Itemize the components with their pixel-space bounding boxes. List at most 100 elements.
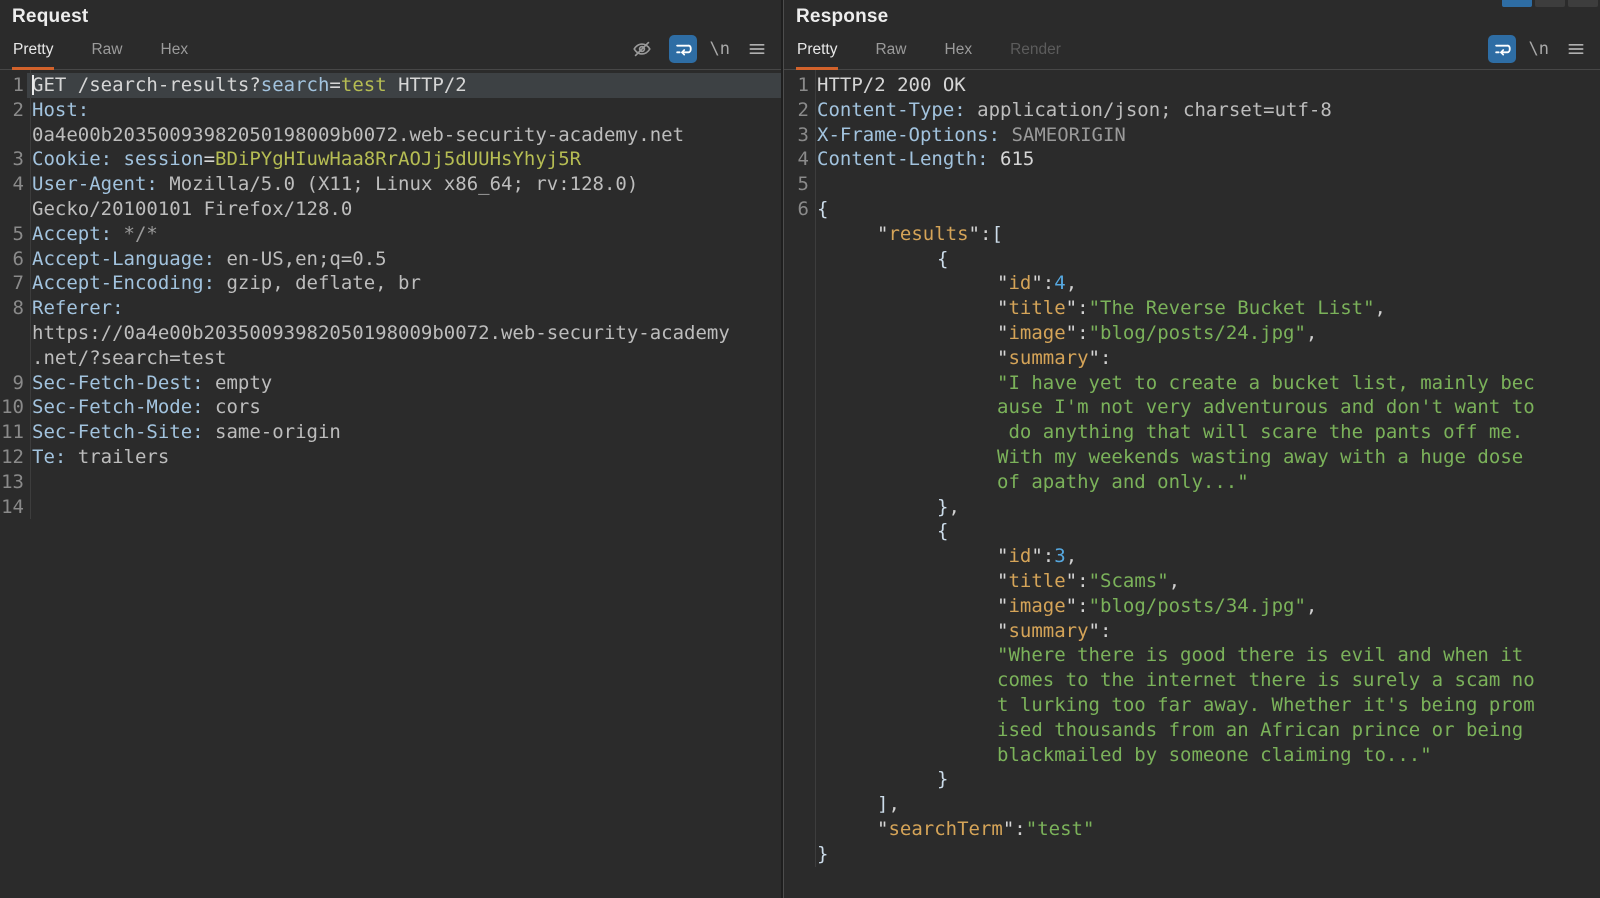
text-cursor <box>32 75 34 95</box>
code-line: 14 <box>0 495 781 520</box>
code-line: "title":"Scams", <box>784 569 1600 594</box>
tab-pretty[interactable]: Pretty <box>796 41 838 70</box>
code-line: 3X-Frame-Options: SAMEORIGIN <box>784 123 1600 148</box>
line-number <box>784 693 812 718</box>
code-line: t lurking too far away. Whether it's bei… <box>784 693 1600 718</box>
eye-off-icon[interactable] <box>628 35 656 63</box>
code-line: 0a4e00b20350093982050198009b0072.web-sec… <box>0 123 781 148</box>
code-line: https://0a4e00b20350093982050198009b0072… <box>0 321 781 346</box>
line-number <box>784 495 812 520</box>
code-line: { <box>784 519 1600 544</box>
line-number: 3 <box>0 147 27 172</box>
code-line: comes to the internet there is surely a … <box>784 668 1600 693</box>
menu-icon[interactable] <box>1562 35 1590 63</box>
line-number: 13 <box>0 470 27 495</box>
edge-tab-0[interactable] <box>1502 0 1532 7</box>
code-line: }, <box>784 495 1600 520</box>
response-header: Response PrettyRawHexRender \n <box>784 0 1600 70</box>
line-number <box>0 346 27 371</box>
code-line: With my weekends wasting away with a hug… <box>784 445 1600 470</box>
code-line: 3Cookie: session=BDiPYgHIuwHaa8RrAOJj5dU… <box>0 147 781 172</box>
line-number: 10 <box>0 395 27 420</box>
code-line: "title":"The Reverse Bucket List", <box>784 296 1600 321</box>
line-number <box>784 643 812 668</box>
code-line: 4Content-Length: 615 <box>784 147 1600 172</box>
response-editor[interactable]: 1HTTP/2 200 OK2Content-Type: application… <box>784 70 1600 867</box>
line-number: 7 <box>0 271 27 296</box>
code-line: "image":"blog/posts/24.jpg", <box>784 321 1600 346</box>
line-number <box>784 271 812 296</box>
line-number <box>784 743 812 768</box>
line-number <box>784 445 812 470</box>
code-line: blackmailed by someone claiming to..." <box>784 743 1600 768</box>
code-line: 5Accept: */* <box>0 222 781 247</box>
code-line: 2Host: <box>0 98 781 123</box>
request-toolbar: \n <box>628 35 771 63</box>
line-number <box>784 842 812 867</box>
request-editor[interactable]: 1GET /search-results?search=test HTTP/22… <box>0 70 781 519</box>
line-number: 12 <box>0 445 27 470</box>
wrap-icon[interactable] <box>1488 35 1516 63</box>
code-line: "id":3, <box>784 544 1600 569</box>
tab-hex[interactable]: Hex <box>944 41 974 70</box>
tab-pretty[interactable]: Pretty <box>12 41 54 70</box>
code-line: 12Te: trailers <box>0 445 781 470</box>
code-line: of apathy and only..." <box>784 470 1600 495</box>
code-line: 8Referer: <box>0 296 781 321</box>
response-panel: Response PrettyRawHexRender \n <box>784 0 1600 898</box>
newline-icon[interactable]: \n <box>710 39 730 59</box>
code-line: } <box>784 767 1600 792</box>
line-number <box>784 817 812 842</box>
code-line: ause I'm not very adventurous and don't … <box>784 395 1600 420</box>
top-edge-tabs[interactable] <box>1502 0 1598 7</box>
line-number <box>784 470 812 495</box>
edge-tab-1[interactable] <box>1535 0 1565 7</box>
line-number <box>0 321 27 346</box>
line-number <box>784 321 812 346</box>
line-number <box>784 767 812 792</box>
line-number: 3 <box>784 123 812 148</box>
line-number <box>784 792 812 817</box>
line-number: 5 <box>784 172 812 197</box>
code-line: 7Accept-Encoding: gzip, deflate, br <box>0 271 781 296</box>
line-number: 9 <box>0 371 27 396</box>
line-number: 2 <box>0 98 27 123</box>
line-number: 2 <box>784 98 812 123</box>
code-line: { <box>784 247 1600 272</box>
code-line: 1GET /search-results?search=test HTTP/2 <box>0 73 781 98</box>
code-line: "summary": <box>784 346 1600 371</box>
line-number: 14 <box>0 495 27 520</box>
newline-icon[interactable]: \n <box>1529 39 1549 59</box>
wrap-icon[interactable] <box>669 35 697 63</box>
line-number <box>784 296 812 321</box>
line-number <box>784 594 812 619</box>
line-number: 1 <box>0 73 27 98</box>
code-line: } <box>784 842 1600 867</box>
line-number: 6 <box>0 247 27 272</box>
code-line: ], <box>784 792 1600 817</box>
request-panel: Request PrettyRawHex <box>0 0 781 898</box>
code-line: 2Content-Type: application/json; charset… <box>784 98 1600 123</box>
code-line: "results":[ <box>784 222 1600 247</box>
request-header: Request PrettyRawHex <box>0 0 781 70</box>
line-number: 4 <box>0 172 27 197</box>
line-number <box>784 544 812 569</box>
code-line: "I have yet to create a bucket list, mai… <box>784 371 1600 396</box>
code-line: 5 <box>784 172 1600 197</box>
code-line: Gecko/20100101 Firefox/128.0 <box>0 197 781 222</box>
request-gutter-divider <box>30 70 31 519</box>
edge-tab-2[interactable] <box>1568 0 1598 7</box>
request-tabs: Pretty Raw Hex <box>12 41 189 69</box>
line-number <box>784 395 812 420</box>
line-number <box>784 346 812 371</box>
line-number: 8 <box>0 296 27 321</box>
line-number <box>784 668 812 693</box>
menu-icon[interactable] <box>743 35 771 63</box>
line-number <box>0 123 27 148</box>
tab-raw[interactable]: Raw <box>90 41 123 70</box>
line-number: 6 <box>784 197 812 222</box>
tab-hex[interactable]: Hex <box>160 41 190 70</box>
code-line: 9Sec-Fetch-Dest: empty <box>0 371 781 396</box>
code-line: ised thousands from an African prince or… <box>784 718 1600 743</box>
tab-raw[interactable]: Raw <box>874 41 907 70</box>
